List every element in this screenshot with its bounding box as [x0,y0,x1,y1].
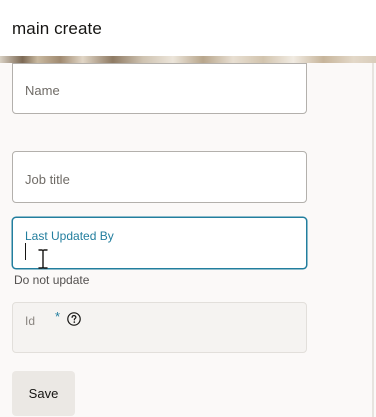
name-field[interactable]: Name [12,63,307,114]
scrollbar[interactable] [372,63,374,417]
page: main create Name Job title Last Updated … [0,0,376,417]
save-button[interactable]: Save [12,371,75,416]
name-field-label: Name [25,83,60,98]
required-indicator: * [55,309,61,324]
id-field-label: Id [25,314,36,328]
id-field[interactable]: Id * [12,302,307,353]
page-title: main create [12,19,102,38]
job-title-field-label: Job title [25,172,70,187]
job-title-field[interactable]: Job title [12,151,307,203]
header-banner-image [0,56,376,63]
question-circle-icon[interactable] [67,312,81,326]
last-updated-by-field-label: Last Updated By [25,229,114,243]
last-updated-by-field[interactable]: Last Updated By [12,217,307,269]
ibeam-cursor-icon [38,249,48,269]
text-caret [25,243,26,260]
last-updated-by-help-text: Do not update [14,273,90,287]
app-header: main create [0,0,376,56]
